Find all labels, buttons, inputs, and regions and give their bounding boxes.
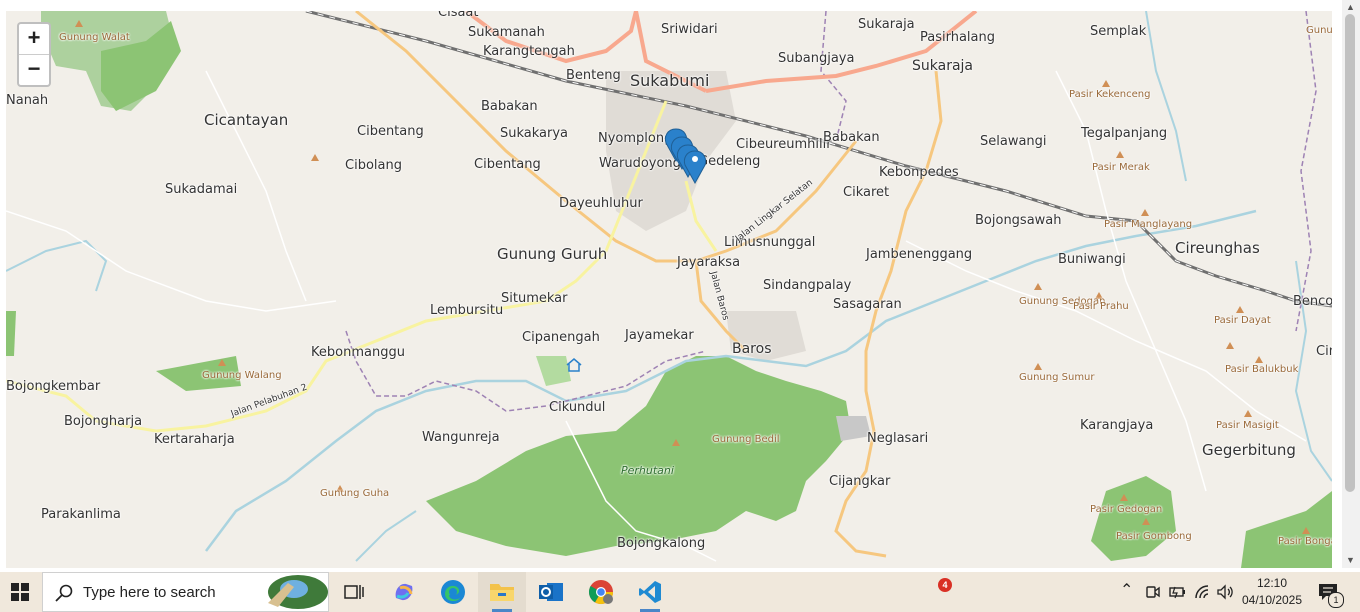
search-placeholder: Type here to search [83,584,216,601]
map-marker [664,128,707,185]
marker-layer [566,128,707,372]
scroll-down-icon[interactable]: ▼ [1346,555,1355,565]
clock[interactable]: 12:10 04/10/2025 [1240,575,1304,609]
scroll-up-icon[interactable]: ▲ [1346,2,1355,12]
zoom-control: + − [17,22,51,87]
search-highlight-icon [268,575,328,609]
notification-badge: 4 [938,578,952,592]
copilot-button[interactable] [380,572,428,612]
vscode-button[interactable] [626,572,674,612]
taskbar-search[interactable]: Type here to search [42,572,329,612]
start-button[interactable] [0,572,40,612]
meet-now-icon[interactable] [1146,584,1160,600]
file-explorer-button[interactable] [478,572,526,612]
taskbar: Type here to search 4 ⌃ 12:10 04/10/2025… [0,572,1360,612]
notification-count: 1 [1328,592,1344,608]
task-view-icon [344,585,364,599]
outlook-icon [539,583,563,601]
battery-icon[interactable] [1169,584,1187,600]
folder-icon [490,584,514,601]
clock-time: 12:10 [1256,576,1288,590]
volume-icon[interactable] [1216,584,1234,600]
clock-date: 04/10/2025 [1241,593,1303,607]
vscode-icon [639,581,661,603]
zoom-in-button[interactable]: + [19,24,49,55]
vertical-scrollbar[interactable]: ▲ ▼ [1342,0,1360,568]
map-canvas[interactable]: Cisaat Sukamanah Karangtengah Benteng Ba… [6,11,1332,568]
wifi-icon[interactable] [1194,584,1212,600]
show-hidden-icons-icon[interactable]: ⌃ [1120,580,1133,600]
zoom-out-button[interactable]: − [19,55,49,85]
task-view-button[interactable] [330,572,378,612]
edge-button[interactable] [429,572,477,612]
chrome-icon [588,580,613,605]
search-icon [55,584,73,602]
windows-icon [11,583,29,601]
chrome-button[interactable] [577,572,625,612]
outlook-button[interactable] [527,572,575,612]
shelter-icon [566,358,582,372]
copilot-icon [395,583,413,601]
edge-icon [441,580,465,604]
scrollbar-thumb[interactable] [1345,14,1355,492]
